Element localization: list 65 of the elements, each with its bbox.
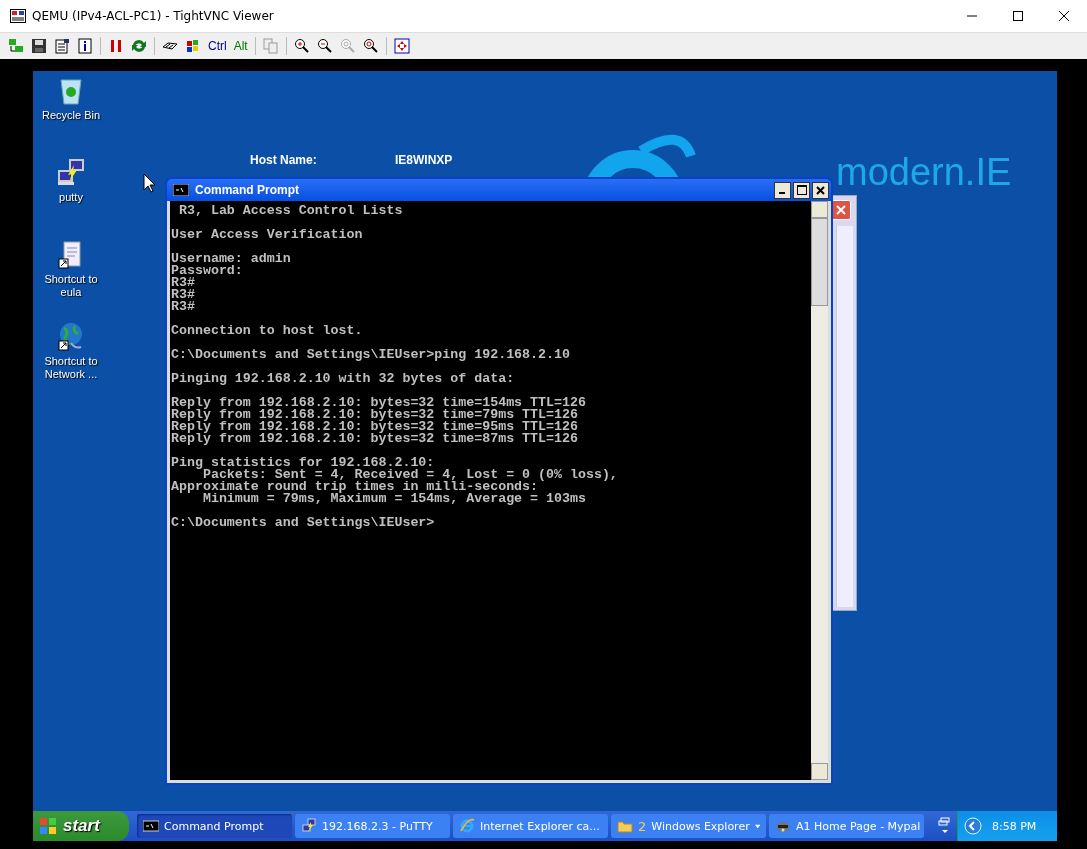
browser-icon (459, 818, 475, 834)
start-button[interactable]: start (33, 811, 129, 841)
vnc-logo-icon (10, 9, 26, 23)
console-line: C:\Documents and Settings\IEUser> (171, 515, 435, 530)
zoom-icon[interactable] (362, 38, 379, 54)
console-icon (173, 184, 189, 196)
cursor-icon (143, 173, 156, 193)
console-line: Connection to host lost. (171, 323, 363, 338)
wallpaper-text: modern.IE (836, 151, 1012, 194)
close-icon (1059, 11, 1069, 21)
console-line: C:\Documents and Settings\IEUser>ping 192.168.2.10 (171, 347, 570, 362)
console-line: Packets: Sent = 4, Received = 4, Lost = 0 (0% loss), (202, 467, 618, 482)
scrollbar[interactable] (836, 226, 853, 607)
info-value: IE8WINXP (395, 153, 453, 167)
console-line: Reply from 192.168.2.10: bytes=32 time=154ms TTL=126 (171, 395, 586, 410)
console-line: R3# (171, 275, 195, 290)
folder-icon (617, 818, 633, 834)
window-title: Command Prompt (195, 183, 299, 197)
fullscreen-icon[interactable] (393, 38, 410, 54)
refresh-icon[interactable] (131, 38, 147, 54)
console-line: Password: (171, 263, 243, 278)
flag-icon[interactable] (185, 38, 201, 54)
maximize-icon (1013, 11, 1023, 21)
scrollbar[interactable] (811, 201, 828, 780)
desktop-icon-label[interactable]: Shortcut to Network ... (33, 355, 109, 381)
key-button[interactable]: Alt (233, 39, 248, 53)
console-line: Ping statistics for 192.168.2.10: (171, 455, 435, 470)
clock: 8:58 PM (992, 819, 1037, 833)
close-button[interactable] (812, 181, 829, 199)
close-icon (816, 185, 825, 195)
console-line: Approximate round trip times in milli-seconds: (171, 479, 539, 494)
info-label: Host Name: (250, 153, 318, 167)
maximize-icon (796, 185, 807, 195)
taskbar-button[interactable]: Internet Explorer ca... (453, 814, 608, 838)
zoom-in-icon[interactable] (293, 38, 310, 54)
info-icon[interactable] (77, 38, 93, 54)
console-icon (143, 818, 159, 834)
minimize-button[interactable] (774, 181, 791, 199)
key-button[interactable]: Ctrl (208, 39, 227, 53)
connection-icon[interactable] (8, 38, 24, 54)
taskbar-button[interactable]: 2 Windows Explorer (611, 814, 766, 838)
save-icon[interactable] (31, 38, 47, 54)
desktop-icon-label[interactable]: Shortcut to eula (33, 273, 109, 299)
clipboard-icon[interactable] (54, 38, 70, 54)
taskbar-button[interactable]: A1 Home Page - Mypal (769, 814, 924, 838)
console-line: R3# (171, 287, 195, 302)
pause-icon[interactable] (108, 38, 124, 54)
windows-logo-icon (39, 817, 57, 835)
close-icon[interactable] (831, 200, 851, 220)
console-line: R3, Lab Access Control Lists (177, 203, 403, 218)
taskbar-button[interactable]: 192.168.2.3 - PuTTY (295, 814, 450, 838)
dropdown-icon[interactable] (754, 823, 760, 829)
windows-group-icon[interactable] (938, 817, 952, 835)
console-line: User Access Verification (171, 227, 363, 242)
zoom-out-icon[interactable] (316, 38, 333, 54)
desktop-icon-label[interactable]: Recycle Bin (41, 109, 101, 122)
console-line: R3# (171, 299, 195, 314)
desktop-icon-label[interactable]: putty (59, 191, 83, 204)
window-title: QEMU (IPv4-ACL-PC1) - TightVNC Viewer (32, 9, 274, 23)
taskbar-button[interactable]: Command Prompt (137, 814, 292, 838)
maximize-button[interactable] (793, 181, 810, 199)
chevron-icon[interactable] (964, 817, 982, 835)
console-line: Pinging 192.168.2.10 with 32 bytes of data: (171, 371, 515, 386)
console-line: Username: admin (171, 251, 291, 266)
computers-icon (301, 818, 317, 834)
